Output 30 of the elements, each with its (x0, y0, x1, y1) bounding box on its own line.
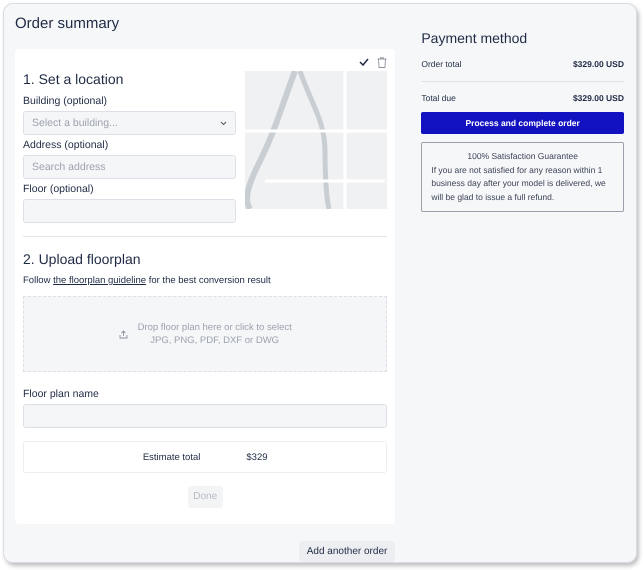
total-value: $329.00 USD (572, 58, 624, 69)
field-label: Floor plan name (23, 388, 100, 402)
chevron-down-icon (220, 120, 228, 126)
process-order-button[interactable]: Process and complete order (421, 112, 624, 134)
field-label: Floor (optional) (23, 183, 95, 196)
input-field[interactable] (23, 404, 388, 428)
guideline-link[interactable]: the floorplan guideline (53, 275, 146, 286)
building-select[interactable]: Select a building... (23, 111, 236, 135)
total-label: Total due (421, 92, 456, 104)
field-label: Building (optional) (23, 95, 108, 108)
total-label: Order total (421, 58, 462, 69)
guarantee-title: 100% Satisfaction Guarantee (466, 150, 579, 164)
guarantee-text: If you are not satisfied for any reason within 1 business day after your model is delivered, we will be glad to issue a full refund. (431, 164, 607, 204)
section-heading: 1. Set a location (23, 71, 124, 88)
drop-zone[interactable]: Drop floor plan here or click to select JPG, PNG, PDF, DXF or DWG (23, 296, 388, 372)
total-value: $329.00 USD (572, 92, 624, 104)
trash-icon[interactable] (377, 57, 388, 68)
page-title: Order summary (15, 15, 120, 33)
input-field[interactable] (23, 199, 236, 223)
add-order-button[interactable]: Add another order (298, 541, 396, 562)
estimate-label: Estimate total (142, 452, 200, 464)
guideline-text: Follow the floorplan guideline for the best conversion result (23, 275, 272, 286)
section-heading: 2. Upload floorplan (23, 251, 142, 268)
upload-icon (118, 330, 128, 339)
input-field[interactable]: Search address (23, 155, 236, 179)
payment-title: Payment method (421, 30, 528, 47)
drop-instructions: Drop floor plan here or click to select JPG, PNG, PDF, DXF or DWG (138, 321, 292, 348)
field-label: Address (optional) (23, 139, 110, 152)
check-icon[interactable] (359, 57, 370, 67)
estimate-value: $329 (246, 452, 268, 464)
